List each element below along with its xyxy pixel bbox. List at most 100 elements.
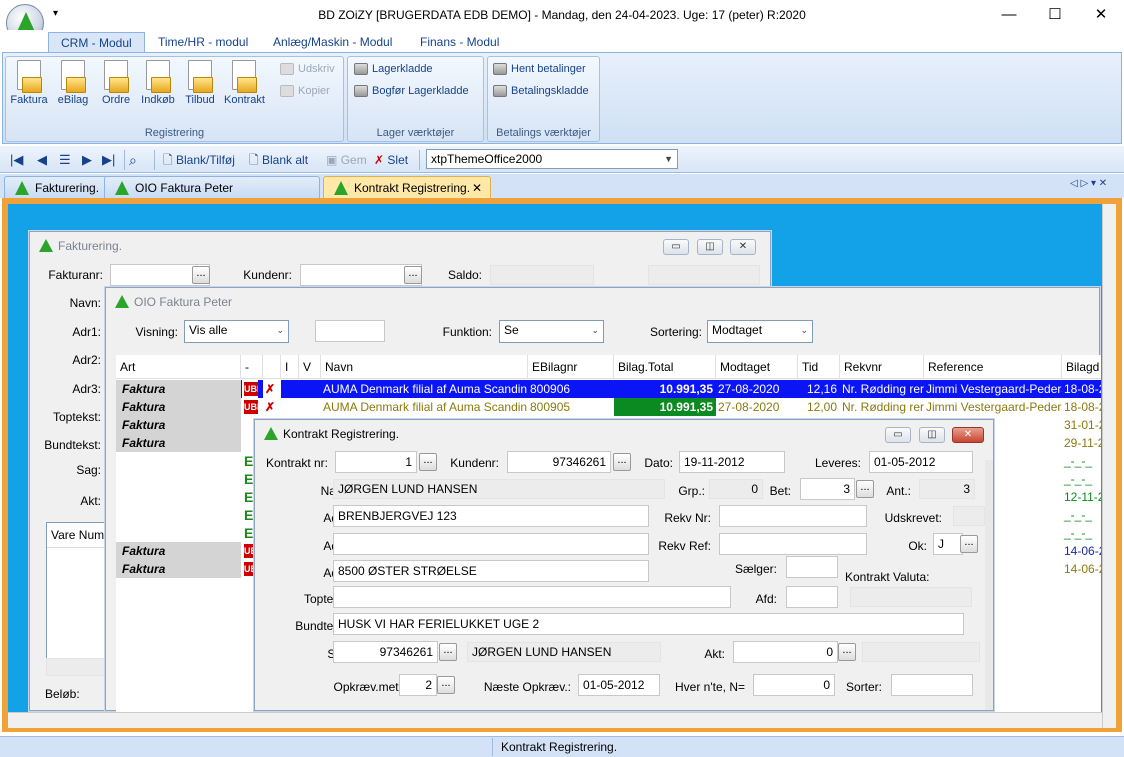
gem-button[interactable]: ▣ Gem — [326, 151, 367, 169]
tab-kontrakt-registrering[interactable]: Kontrakt Registrering. ✕ — [323, 176, 491, 198]
restore-button[interactable]: ◫ — [919, 427, 945, 443]
tab-anlaeg-maskin-modul[interactable]: Anlæg/Maskin - Modul — [261, 32, 404, 52]
tab-nav-icons[interactable]: ◁ ▷ ▾ ✕ — [1070, 178, 1107, 189]
restore-button[interactable]: ◫ — [697, 239, 723, 255]
column-rekvnr[interactable]: Rekvnr — [840, 355, 924, 379]
rekv-nr-input[interactable] — [719, 505, 867, 527]
window-scrollbar[interactable] — [985, 460, 993, 710]
delete-mark-icon[interactable]: ✗ — [263, 398, 281, 416]
tab-crm-modul[interactable]: CRM - Modul — [48, 32, 145, 52]
horizontal-scrollbar[interactable] — [8, 712, 1102, 728]
tab-oio-faktura[interactable]: OIO Faktura Peter — [104, 176, 320, 198]
adr3-input[interactable]: 8500 ØSTER STRØELSE — [333, 560, 649, 582]
kontrakt-nr-input[interactable]: 1 — [335, 451, 417, 473]
kundenr-input[interactable]: 97346261 — [507, 451, 611, 473]
bundtekst-label: Bundtekst: — [44, 438, 101, 452]
table-row[interactable]: Faktura UBL ✗ AUMA Denmark filial af Aum… — [116, 380, 1101, 398]
printer-icon — [280, 63, 294, 76]
tilbud-button[interactable]: Tilbud — [180, 60, 220, 106]
column-modtaget[interactable]: Modtaget — [716, 355, 798, 379]
column-v[interactable]: V — [299, 355, 321, 379]
column-art[interactable]: Art — [116, 355, 241, 379]
vertical-scrollbar[interactable] — [1102, 204, 1116, 728]
saelger-input[interactable] — [786, 556, 838, 578]
bet-label: Bet: — [769, 484, 791, 498]
tab-time-hr-modul[interactable]: Time/HR - modul — [146, 32, 260, 52]
ordre-button[interactable]: Ordre — [96, 60, 136, 106]
opkraev-metode-input[interactable]: 2 — [399, 674, 437, 696]
search-icon[interactable]: ⌕ — [129, 151, 137, 169]
bundtekst-input[interactable]: HUSK VI HAR FERIELUKKET UGE 2 — [333, 613, 964, 635]
column-reference[interactable]: Reference — [924, 355, 1062, 379]
fakturanr-lookup-button[interactable]: ... — [192, 266, 210, 284]
ebilag-button[interactable]: eBilag — [53, 60, 93, 106]
leveres-input[interactable]: 01-05-2012 — [869, 451, 973, 473]
sag-lookup-button[interactable]: ... — [439, 643, 457, 661]
kontrakt-button[interactable]: Kontrakt — [224, 60, 265, 106]
akt-input[interactable]: 0 — [733, 641, 838, 663]
faktura-button[interactable]: Faktura — [9, 60, 49, 106]
dato-input[interactable]: 19-11-2012 — [679, 451, 785, 473]
bogfor-lagerkladde-button[interactable]: Bogfør Lagerkladde — [354, 82, 469, 100]
hent-betalinger-button[interactable]: Hent betalinger — [493, 60, 586, 78]
adr1-label: Adr1: — [72, 325, 101, 339]
toptekst-input[interactable] — [333, 586, 731, 608]
column-tid[interactable]: Tid — [798, 355, 840, 379]
close-button[interactable]: ✕ — [952, 427, 984, 443]
minimize-button[interactable]: ▭ — [885, 427, 911, 443]
blank-alt-button[interactable]: 🗋 Blank alt — [249, 151, 308, 169]
rekv-ref-input[interactable] — [719, 533, 867, 555]
list-icon[interactable]: ☰ — [59, 151, 71, 169]
column-i[interactable]: I — [281, 355, 299, 379]
column-flag[interactable] — [263, 355, 281, 379]
close-tab-icon[interactable]: ✕ — [472, 177, 482, 199]
indkob-button[interactable]: Indkøb — [138, 60, 178, 106]
kopier-button[interactable]: Kopier — [280, 82, 330, 100]
akt-lookup-button[interactable]: ... — [838, 643, 856, 661]
column-bilagd[interactable]: Bilagd — [1062, 355, 1101, 379]
kundenr-lookup-button[interactable]: ... — [404, 266, 422, 284]
bilagd-cell: _-_-_ — [1064, 508, 1093, 522]
adr1-input[interactable]: BRENBJERGVEJ 123 — [333, 505, 649, 527]
tab-fakturering[interactable]: Fakturering. — [4, 176, 109, 198]
bet-lookup-button[interactable]: ... — [856, 480, 874, 498]
slet-button[interactable]: ✗ Slet — [374, 151, 408, 169]
hver-nte-input[interactable]: 0 — [753, 674, 835, 696]
first-record-icon[interactable]: |◀ — [10, 151, 23, 169]
sorter-input[interactable] — [891, 674, 973, 696]
maximize-button[interactable]: ☐ — [1032, 0, 1078, 30]
ok-lookup-button[interactable]: ... — [960, 535, 978, 553]
bet-input[interactable]: 3 — [800, 478, 855, 500]
kundenr-lookup-button[interactable]: ... — [613, 453, 631, 471]
last-record-icon[interactable]: ▶| — [102, 151, 115, 169]
table-row[interactable]: Faktura UBL ✗ AUMA Denmark filial af Aum… — [116, 398, 1101, 416]
theme-select[interactable]: xtpThemeOffice2000 ▼ — [426, 149, 678, 169]
minimize-button[interactable]: ▭ — [663, 239, 689, 255]
close-button[interactable]: ✕ — [730, 239, 756, 255]
sortering-select[interactable]: Modtaget ⌄ — [707, 320, 813, 343]
betalingskladde-button[interactable]: Betalingskladde — [493, 82, 589, 100]
minimize-button[interactable]: — — [986, 0, 1032, 30]
next-record-icon[interactable]: ▶ — [82, 151, 92, 169]
column-navn[interactable]: Navn — [321, 355, 528, 379]
naeste-opkraev-input[interactable]: 01-05-2012 — [578, 674, 660, 696]
delete-mark-icon[interactable]: ✗ — [263, 380, 281, 398]
ok-input[interactable]: J — [933, 533, 963, 555]
adr2-input[interactable] — [333, 533, 649, 555]
blank-tilfoej-button[interactable]: 🗋 Blank/Tilføj — [163, 151, 235, 169]
previous-record-icon[interactable]: ◀ — [37, 151, 47, 169]
column-ebilagnr[interactable]: EBilagnr — [528, 355, 614, 379]
sag-input[interactable]: 97346261 — [333, 641, 438, 663]
afd-input[interactable] — [786, 586, 838, 608]
visning-select[interactable]: Vis alle ⌄ — [184, 320, 289, 343]
udskriv-button[interactable]: Udskriv — [280, 60, 335, 78]
funktion-select[interactable]: Se ⌄ — [499, 320, 604, 343]
tab-finans-modul[interactable]: Finans - Modul — [408, 32, 511, 52]
column-dash[interactable]: - — [241, 355, 263, 379]
column-bilag-total[interactable]: Bilag.Total — [614, 355, 716, 379]
art-cell: Faktura — [116, 380, 241, 398]
visning-extra-input[interactable] — [315, 320, 385, 342]
close-button[interactable]: ✕ — [1078, 0, 1124, 30]
lagerkladde-button[interactable]: Lagerkladde — [354, 60, 433, 78]
opkraev-metode-lookup-button[interactable]: ... — [437, 676, 455, 694]
